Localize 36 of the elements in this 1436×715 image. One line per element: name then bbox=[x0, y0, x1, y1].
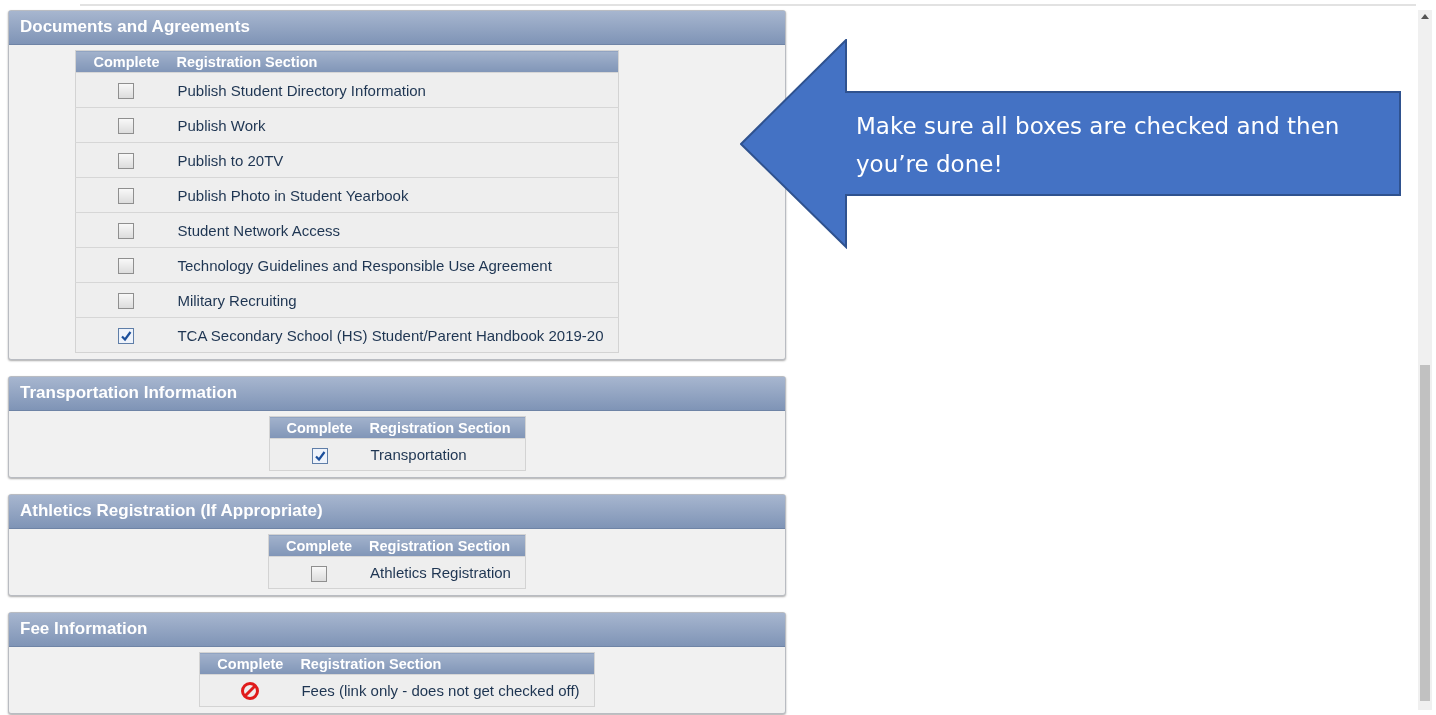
column-header: Complete bbox=[269, 416, 370, 439]
section-link[interactable]: TCA Secondary School (HS) Student/Parent Handbook 2019-20 bbox=[177, 326, 604, 344]
checkbox[interactable] bbox=[118, 328, 135, 344]
column-header: Registration Section bbox=[176, 50, 619, 73]
checkbox[interactable] bbox=[118, 118, 135, 134]
section-link[interactable]: Publish Photo in Student Yearbook bbox=[177, 186, 409, 204]
section-link[interactable]: Military Recruiting bbox=[177, 291, 297, 309]
prohibited-icon bbox=[240, 680, 261, 701]
section-link[interactable]: Athletics Registration bbox=[370, 564, 511, 581]
section-header: Athletics Registration (If Appropriate) bbox=[9, 495, 785, 529]
column-header: Complete bbox=[199, 652, 301, 675]
section-link[interactable]: Technology Guidelines and Responsible Use Agreement bbox=[177, 256, 552, 274]
section-link[interactable]: Publish to 20TV bbox=[177, 151, 284, 169]
section-header: Fee Information bbox=[9, 613, 785, 647]
section-link[interactable]: Transportation bbox=[370, 446, 467, 463]
section-link[interactable]: Publish Work bbox=[177, 116, 266, 134]
checkbox[interactable] bbox=[118, 83, 135, 99]
section-link[interactable]: Fees (link only - does not get checked off) bbox=[301, 682, 580, 699]
section-header: Transportation Information bbox=[9, 377, 785, 411]
checkbox[interactable] bbox=[118, 223, 135, 239]
column-header: Complete bbox=[75, 50, 177, 73]
section-header: Documents and Agreements bbox=[9, 11, 785, 45]
checkbox[interactable] bbox=[118, 293, 135, 309]
checkbox[interactable] bbox=[311, 565, 328, 582]
scroll-up-icon[interactable] bbox=[1421, 14, 1429, 19]
column-header: Complete bbox=[268, 534, 370, 557]
checkbox[interactable] bbox=[118, 188, 135, 204]
column-header: Registration Section bbox=[300, 652, 595, 675]
callout-text: Make sure all boxes are checked and then you’re done! bbox=[856, 112, 1341, 179]
section-link[interactable]: Student Network Access bbox=[177, 221, 341, 239]
column-header: Registration Section bbox=[369, 416, 525, 439]
checkbox[interactable] bbox=[118, 153, 135, 169]
section-link[interactable]: Publish Student Directory Information bbox=[177, 81, 426, 99]
checkbox[interactable] bbox=[118, 258, 135, 274]
checkbox[interactable] bbox=[311, 447, 328, 464]
column-header: Registration Section bbox=[369, 534, 526, 557]
